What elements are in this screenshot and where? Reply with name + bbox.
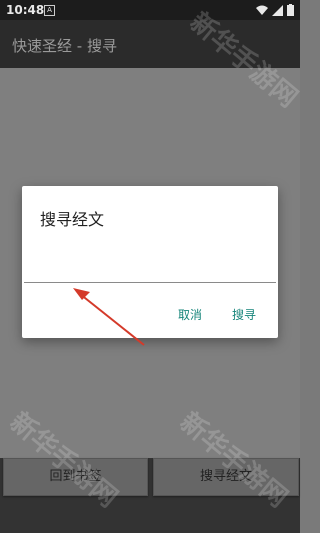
- annotation-arrow-icon: [73, 288, 145, 346]
